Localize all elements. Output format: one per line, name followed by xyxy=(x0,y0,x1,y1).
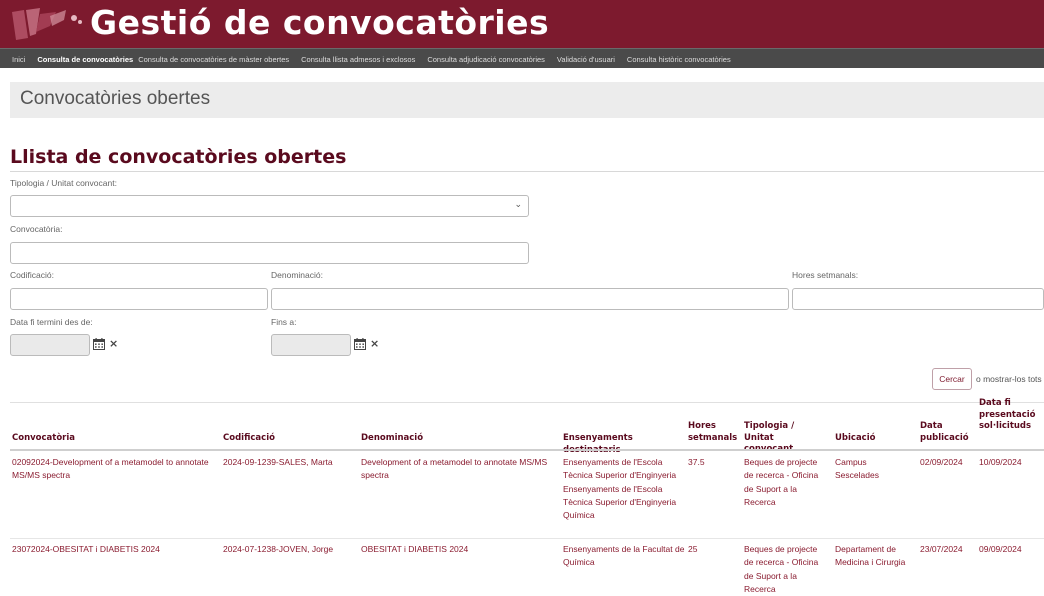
search-button[interactable]: Cercar xyxy=(932,368,972,390)
nav-item-consulta-master[interactable]: Consulta de convocatòries de màster ober… xyxy=(138,55,289,64)
nav-item-validacio-usuari[interactable]: Validació d'usuari xyxy=(557,55,615,64)
nav-item-consulta-convocatories[interactable]: Consulta de convocatòries xyxy=(37,55,133,64)
nav-item-historic[interactable]: Consulta històric convocatòries xyxy=(627,55,731,64)
nav-item-adjudicacio[interactable]: Consulta adjudicació convocatòries xyxy=(427,55,545,64)
cell-ubicacio: Departament de Medicina i Cirurgia xyxy=(835,544,906,568)
cell-ubicacio: Campus Sescelades xyxy=(835,457,879,481)
calendar-icon[interactable] xyxy=(93,338,105,350)
codificacio-input[interactable] xyxy=(10,288,268,310)
section-divider xyxy=(10,171,1044,172)
app-title: Gestió de convocatòries xyxy=(90,3,550,42)
cell-denominacio: OBESITAT i DIABETIS 2024 xyxy=(361,544,469,554)
app-banner: Gestió de convocatòries xyxy=(0,0,1044,48)
fins-a-input[interactable] xyxy=(271,334,351,356)
data-fi-input[interactable] xyxy=(10,334,90,356)
row-divider xyxy=(10,538,1044,539)
convocatoria-label: Convocatòria: xyxy=(10,224,63,234)
hores-input[interactable] xyxy=(792,288,1044,310)
hores-label: Hores setmanals: xyxy=(792,270,859,280)
cell-hores: 25 xyxy=(688,544,698,554)
calendar-icon[interactable] xyxy=(354,338,366,350)
th-convocatoria[interactable]: Convocatòria xyxy=(12,433,212,445)
chevron-down-icon: ⌄ xyxy=(514,200,522,210)
nav-item-llista-admesos[interactable]: Consulta llista admesos i exclosos xyxy=(301,55,415,64)
cell-ensenyaments: Ensenyaments de la Facultat de Química xyxy=(563,544,685,568)
page-header: Convocatòries obertes xyxy=(10,82,1044,118)
main-nav: Inici Consulta de convocatòries Consulta… xyxy=(0,48,1044,68)
results-divider xyxy=(10,402,1044,403)
cell-data-publicacio: 02/09/2024 xyxy=(920,457,963,467)
section-title: Llista de convocatòries obertes xyxy=(10,146,347,168)
tipologia-select[interactable]: ⌄ xyxy=(10,195,529,217)
denominacio-label: Denominació: xyxy=(271,270,323,280)
cell-convocatoria[interactable]: 23072024-OBESITAT i DIABETIS 2024 xyxy=(12,543,212,556)
clear-icon[interactable]: × xyxy=(370,337,379,350)
th-denominacio[interactable]: Denominació xyxy=(361,433,551,445)
th-ubicacio[interactable]: Ubicació xyxy=(835,433,915,445)
cell-tipologia: Beques de projecte de recerca - Oficina … xyxy=(744,544,819,594)
show-all-link[interactable]: o mostrar-los tots xyxy=(976,374,1042,384)
denominacio-input[interactable] xyxy=(271,288,789,310)
cell-convocatoria[interactable]: 02092024-Development of a metamodel to a… xyxy=(12,456,212,483)
university-logo[interactable] xyxy=(6,4,86,44)
page-header-title: Convocatòries obertes xyxy=(20,88,211,109)
th-data-publicacio[interactable]: Data publicació xyxy=(920,421,974,444)
cell-data-fi: 09/09/2024 xyxy=(979,544,1022,554)
cell-tipologia: Beques de projecte de recerca - Oficina … xyxy=(744,457,819,507)
cell-codificacio: 2024-09-1239-SALES, Marta xyxy=(223,457,333,467)
codificacio-label: Codificació: xyxy=(10,270,54,280)
convocatoria-input[interactable] xyxy=(10,242,529,264)
cell-hores: 37.5 xyxy=(688,457,705,467)
cell-data-fi: 10/09/2024 xyxy=(979,457,1022,467)
fins-a-label: Fins a: xyxy=(271,317,297,327)
cell-ensenyaments: Ensenyaments de l'Escola Tècnica Superio… xyxy=(563,457,677,521)
data-fi-label: Data fi termini des de: xyxy=(10,317,93,327)
th-codificacio[interactable]: Codificació xyxy=(223,433,353,445)
th-hores[interactable]: Hores setmanals xyxy=(688,421,737,444)
clear-icon[interactable]: × xyxy=(109,337,118,350)
th-ensenyaments[interactable]: Ensenyaments destinataris xyxy=(563,433,688,456)
tipologia-label: Tipologia / Unitat convocant: xyxy=(10,178,117,188)
cell-denominacio: Development of a metamodel to annotate M… xyxy=(361,457,548,481)
cell-data-publicacio: 23/07/2024 xyxy=(920,544,963,554)
cell-codificacio: 2024-07-1238-JOVEN, Jorge xyxy=(223,544,334,554)
nav-item-inici[interactable]: Inici xyxy=(12,55,25,64)
table-header-rule xyxy=(10,449,1044,451)
th-data-fi[interactable]: Data fi presentació sol·licituds xyxy=(979,398,1041,433)
